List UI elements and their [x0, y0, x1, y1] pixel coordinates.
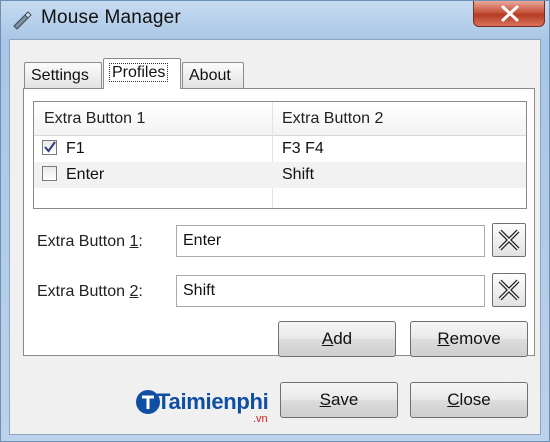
- close-icon: [498, 229, 520, 251]
- profiles-list[interactable]: Extra Button 1 Extra Button 2 F1 F3 F4 E…: [33, 101, 527, 209]
- tab-profiles-label: Profiles: [108, 63, 169, 82]
- clear-extra-button-1-button[interactable]: [492, 223, 526, 257]
- add-button-key: A: [321, 329, 334, 348]
- extra-button-2-field[interactable]: [176, 275, 485, 307]
- extra-button-2-label-text: Extra Button: [37, 283, 130, 300]
- watermark-suffix: .vn: [253, 413, 268, 425]
- column-header-extra-button-1[interactable]: Extra Button 1: [44, 110, 145, 128]
- close-button-key: C: [447, 390, 460, 409]
- row-extra-button-2: Shift: [282, 166, 315, 183]
- close-icon: [501, 5, 519, 22]
- row-extra-button-1: Enter: [66, 166, 105, 183]
- list-header: Extra Button 1 Extra Button 2: [34, 102, 526, 136]
- remove-button-label: emove: [449, 329, 501, 348]
- extra-button-2-label: Extra Button 2:: [37, 283, 143, 301]
- dialog-client-area: Settings Profiles About Extra Button 1 E…: [9, 39, 541, 435]
- save-button[interactable]: Save: [280, 382, 398, 418]
- close-button[interactable]: Close: [410, 382, 528, 418]
- profiles-tab-panel: Extra Button 1 Extra Button 2 F1 F3 F4 E…: [23, 88, 535, 357]
- extra-button-2-label-colon: :: [138, 283, 143, 300]
- extra-button-1-label-text: Extra Button: [37, 233, 130, 250]
- clear-extra-button-2-button[interactable]: [492, 273, 526, 307]
- window-close-button[interactable]: [473, 1, 545, 27]
- checkmark-icon: [44, 141, 56, 153]
- remove-button-key: R: [437, 329, 450, 348]
- column-header-extra-button-2[interactable]: Extra Button 2: [282, 110, 383, 128]
- add-button[interactable]: Add: [278, 321, 396, 357]
- close-button-label: lose: [459, 390, 491, 409]
- row-checkbox[interactable]: [42, 166, 57, 181]
- remove-button[interactable]: Remove: [410, 321, 528, 357]
- list-item[interactable]: F1 F3 F4: [34, 136, 526, 162]
- extra-button-1-label-colon: :: [138, 233, 143, 250]
- tab-about-label: About: [189, 67, 231, 84]
- row-extra-button-2: F3 F4: [282, 140, 324, 157]
- extra-button-1-label: Extra Button 1:: [37, 233, 143, 251]
- mouse-manager-window: Mouse Manager Settings Profiles About Ex…: [0, 0, 550, 442]
- title-bar[interactable]: Mouse Manager: [1, 1, 549, 39]
- mouse-app-icon: [13, 11, 32, 30]
- tab-settings[interactable]: Settings: [24, 62, 102, 88]
- window-title: Mouse Manager: [41, 7, 181, 28]
- row-checkbox[interactable]: [42, 140, 57, 155]
- watermark-text: Taimienphi: [157, 389, 269, 414]
- save-button-key: S: [319, 390, 331, 409]
- extra-button-1-field[interactable]: [176, 225, 485, 257]
- tab-about[interactable]: About: [182, 62, 244, 88]
- tab-profiles[interactable]: Profiles: [103, 58, 181, 89]
- tab-settings-label: Settings: [31, 67, 89, 84]
- list-item[interactable]: Enter Shift: [34, 162, 526, 188]
- close-icon: [498, 279, 520, 301]
- save-button-label: ave: [330, 390, 359, 409]
- watermark-logo: Taimienphi .vn: [135, 383, 275, 429]
- row-extra-button-1: F1: [66, 140, 85, 157]
- add-button-label: dd: [333, 329, 353, 348]
